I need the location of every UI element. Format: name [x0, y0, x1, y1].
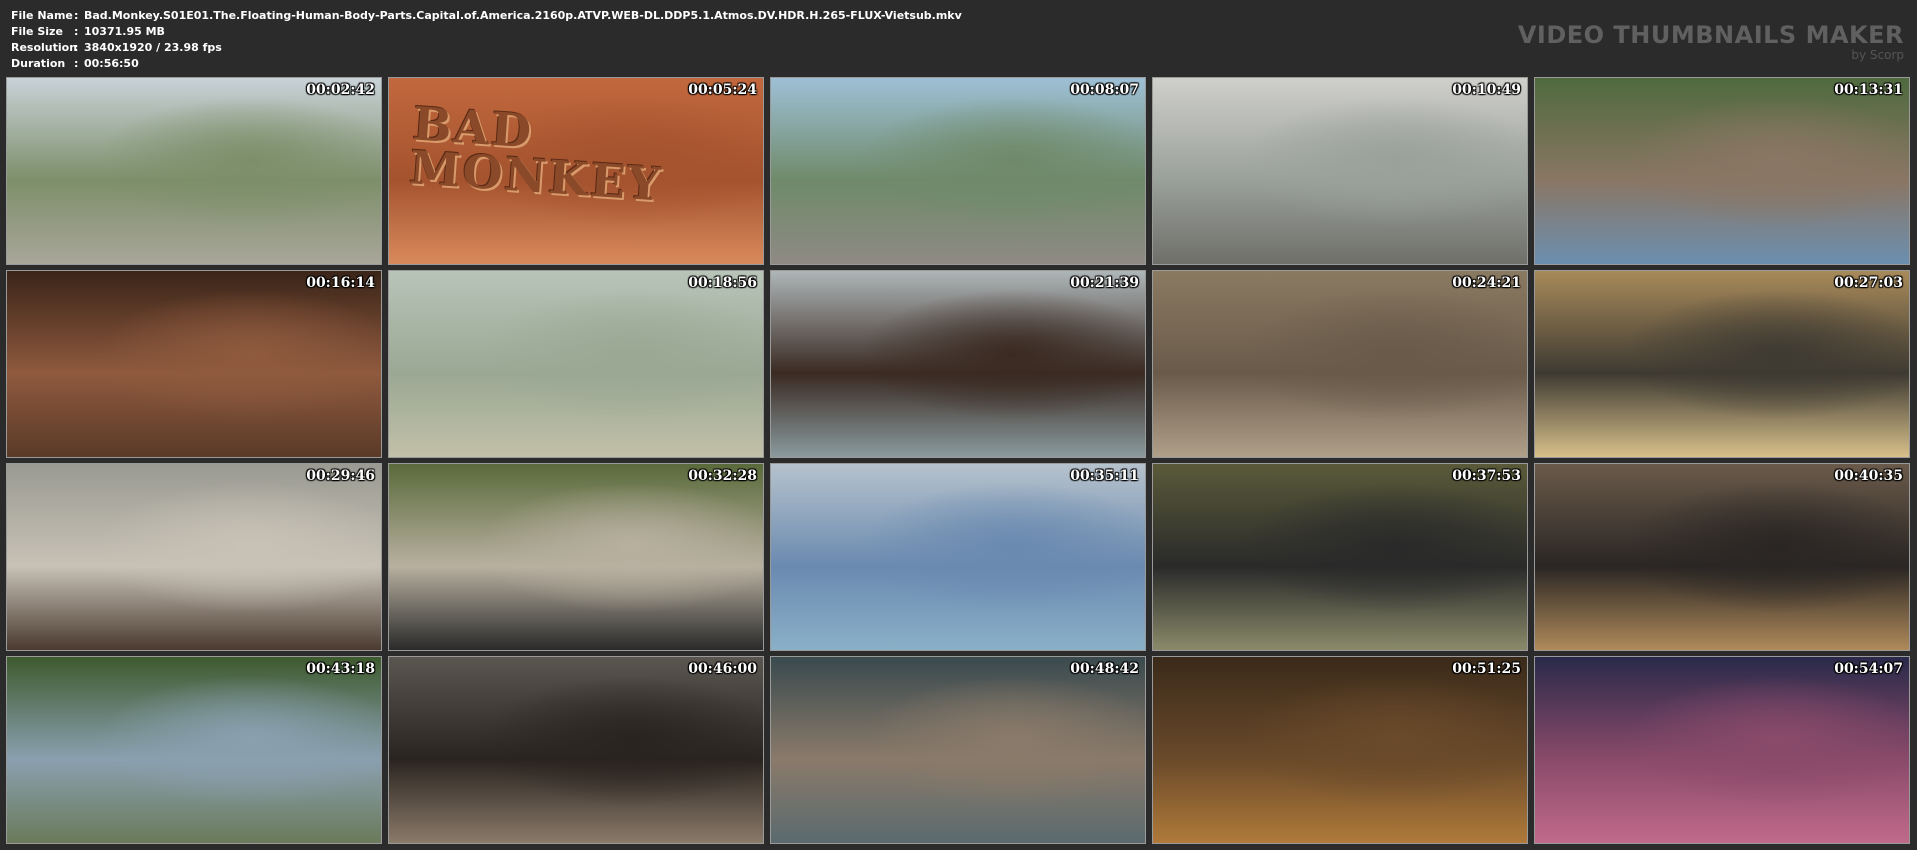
thumbnail-frame[interactable]: 00:24:21 — [1152, 270, 1528, 458]
outdoor-boy-icon — [389, 464, 763, 650]
timestamp-label: 00:35:11 — [1070, 468, 1139, 484]
suits-men-icon — [1153, 464, 1527, 650]
file-info-panel: File Name : Bad.Monkey.S01E01.The.Floati… — [11, 8, 962, 72]
street-man-icon — [771, 78, 1145, 264]
thumbnail-frame[interactable]: 00:43:18 — [6, 656, 382, 844]
file-size-value: 10371.95 MB — [84, 25, 165, 38]
timestamp-label: 00:51:25 — [1452, 661, 1521, 677]
file-size-label: File Size — [11, 25, 63, 38]
brand-subtitle: by Scorp — [1851, 48, 1904, 62]
file-name-label: File Name — [11, 9, 73, 22]
timestamp-label: 00:32:28 — [688, 468, 757, 484]
resolution-label: Resolution — [11, 41, 78, 54]
closeup-boy-icon — [771, 271, 1145, 457]
beach-birds-icon — [389, 271, 763, 457]
timestamp-label: 00:21:39 — [1070, 275, 1139, 291]
timestamp-label: 00:02:42 — [306, 82, 375, 98]
duration-label: Duration — [11, 57, 66, 70]
candle-room-icon — [1153, 657, 1527, 843]
separator: : — [74, 9, 79, 22]
timestamp-label: 00:43:18 — [306, 661, 375, 677]
closeup-man-talk-icon — [771, 657, 1145, 843]
duration-row: Duration : 00:56:50 — [11, 56, 962, 72]
thumbnail-grid: 00:02:42 BAD MONKEY 00:05:24 00:08:07 00:10:4… — [6, 77, 1910, 844]
sand-title-text: BAD MONKEY — [408, 96, 666, 211]
thumbnail-frame[interactable]: 00:02:42 — [6, 77, 382, 265]
file-size-row: File Size : 10371.95 MB — [11, 24, 962, 40]
duration-value: 00:56:50 — [84, 57, 139, 70]
closeup-man-icon — [1535, 78, 1909, 264]
thumbnail-frame[interactable]: BAD MONKEY 00:05:24 — [388, 77, 764, 265]
closeup-dark-boy-icon — [389, 657, 763, 843]
thumbnail-frame[interactable]: 00:35:11 — [770, 463, 1146, 651]
thumbnail-frame[interactable]: 00:48:42 — [770, 656, 1146, 844]
timestamp-label: 00:16:14 — [306, 275, 375, 291]
thumbnail-frame[interactable]: 00:27:03 — [1534, 270, 1910, 458]
thumbnail-frame[interactable]: 00:32:28 — [388, 463, 764, 651]
thumbnail-frame[interactable]: 00:54:07 — [1534, 656, 1910, 844]
thumbnail-frame[interactable]: 00:08:07 — [770, 77, 1146, 265]
thumbnail-frame[interactable]: 00:18:56 — [388, 270, 764, 458]
thumbnail-frame[interactable]: 00:37:53 — [1152, 463, 1528, 651]
porch-man-icon — [771, 464, 1145, 650]
timestamp-label: 00:37:53 — [1452, 468, 1521, 484]
doctor-woman-icon — [7, 464, 381, 650]
timestamp-label: 00:54:07 — [1834, 661, 1903, 677]
timestamp-label: 00:18:56 — [688, 275, 757, 291]
timestamp-label: 00:10:49 — [1452, 82, 1521, 98]
separator: : — [74, 41, 79, 54]
timestamp-label: 00:48:42 — [1070, 661, 1139, 677]
kitchen-scene-icon — [1153, 78, 1527, 264]
thumbnail-frame[interactable]: 00:10:49 — [1152, 77, 1528, 265]
thumbnail-frame[interactable]: 00:16:14 — [6, 270, 382, 458]
timestamp-label: 00:05:24 — [688, 82, 757, 98]
thumbnail-frame[interactable]: 00:21:39 — [770, 270, 1146, 458]
timestamp-label: 00:08:07 — [1070, 82, 1139, 98]
timestamp-label: 00:13:31 — [1834, 82, 1903, 98]
garden-man-icon — [7, 657, 381, 843]
thumbnail-frame[interactable]: 00:40:35 — [1534, 463, 1910, 651]
timestamp-label: 00:24:21 — [1452, 275, 1521, 291]
car-woman-icon — [1535, 271, 1909, 457]
file-name-row: File Name : Bad.Monkey.S01E01.The.Floati… — [11, 8, 962, 24]
seated-man-icon — [1153, 271, 1527, 457]
thumbnail-frame[interactable]: 00:29:46 — [6, 463, 382, 651]
thumbnail-frame[interactable]: 00:51:25 — [1152, 656, 1528, 844]
beach-fence-icon — [7, 78, 381, 264]
thumbnail-frame[interactable]: 00:46:00 — [388, 656, 764, 844]
night-man-icon — [1535, 657, 1909, 843]
thumbnail-sheet: File Name : Bad.Monkey.S01E01.The.Floati… — [0, 0, 1917, 850]
resolution-row: Resolution : 3840x1920 / 23.98 fps — [11, 40, 962, 56]
timestamp-label: 00:46:00 — [688, 661, 757, 677]
closeup-woman-icon — [7, 271, 381, 457]
resolution-value: 3840x1920 / 23.98 fps — [84, 41, 222, 54]
brand-watermark: VIDEO THUMBNAILS MAKER by Scorp — [1518, 22, 1904, 62]
timestamp-label: 00:29:46 — [306, 468, 375, 484]
file-name-value: Bad.Monkey.S01E01.The.Floating-Human-Bod… — [84, 9, 962, 22]
separator: : — [74, 25, 79, 38]
timestamp-label: 00:40:35 — [1834, 468, 1903, 484]
thumbnail-frame[interactable]: 00:13:31 — [1534, 77, 1910, 265]
brand-title: VIDEO THUMBNAILS MAKER — [1517, 21, 1904, 49]
bar-man-icon — [1535, 464, 1909, 650]
timestamp-label: 00:27:03 — [1834, 275, 1903, 291]
separator: : — [74, 57, 79, 70]
